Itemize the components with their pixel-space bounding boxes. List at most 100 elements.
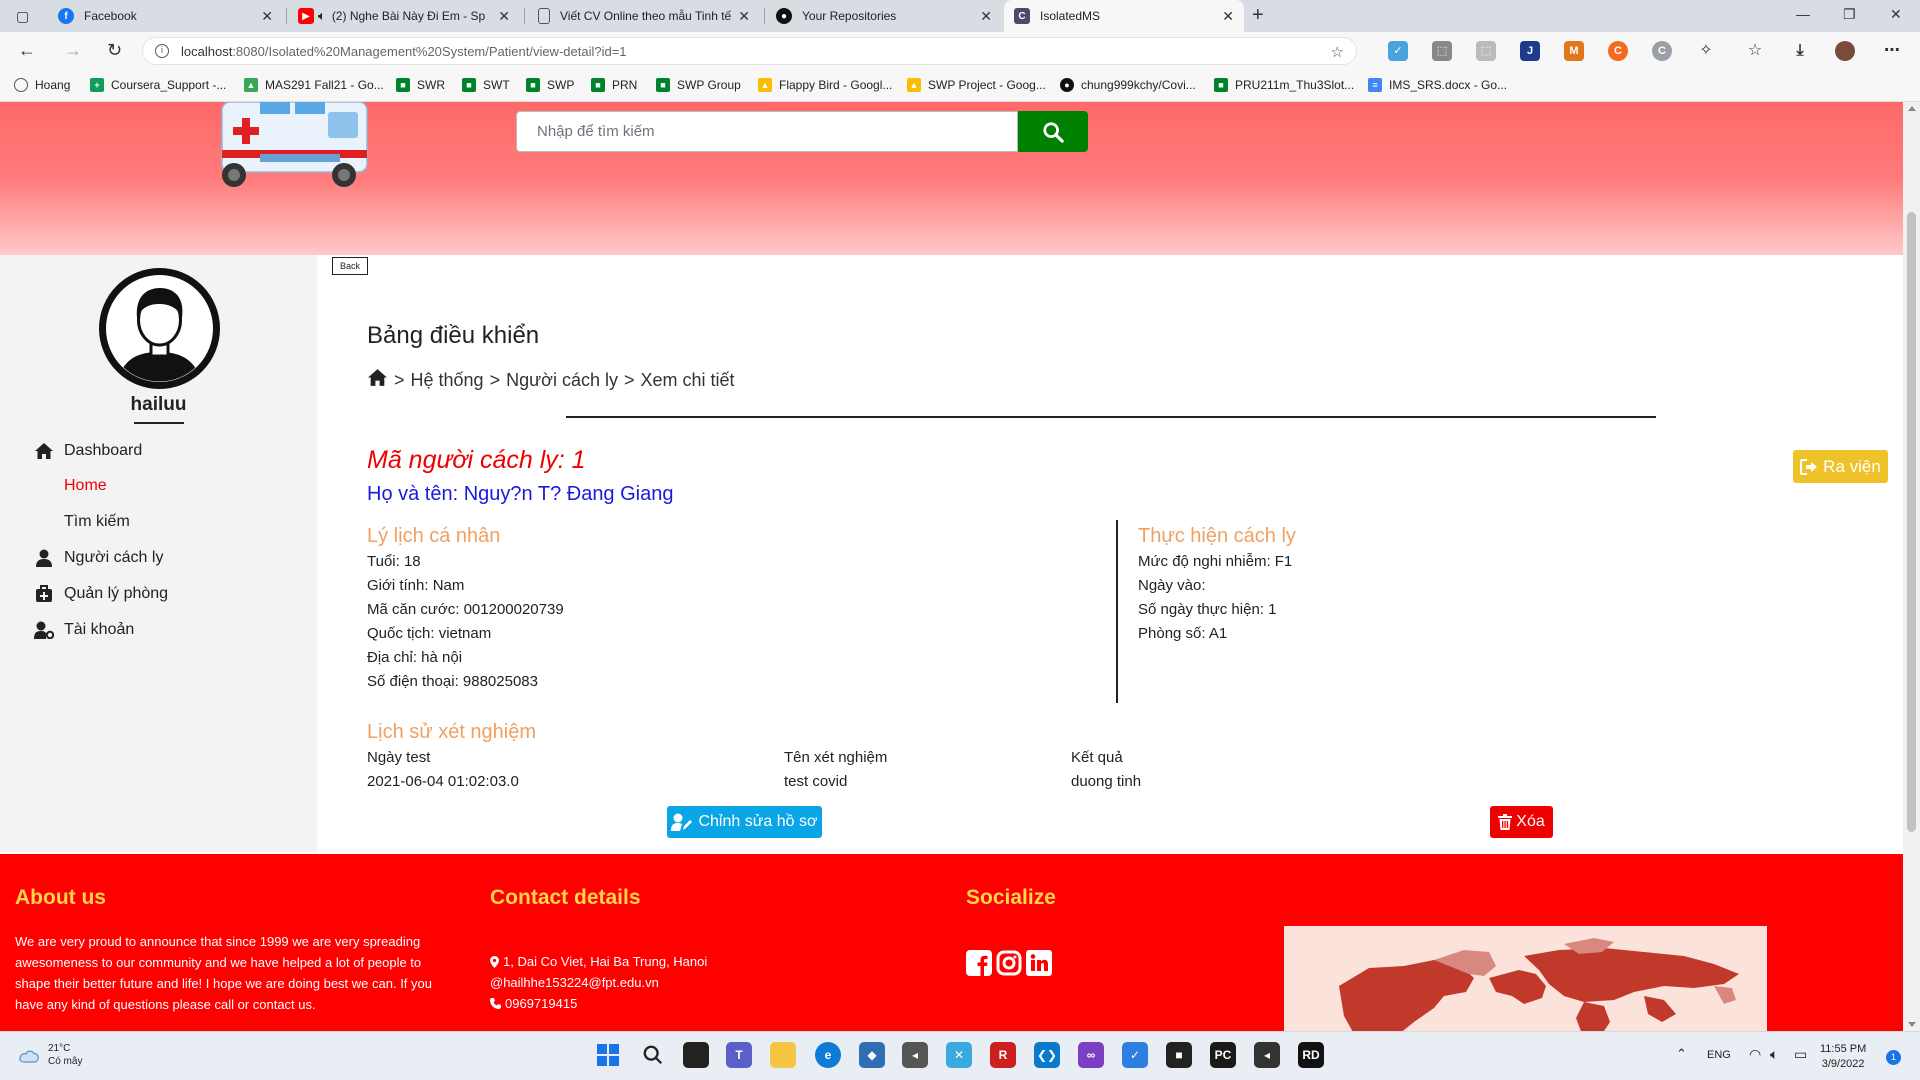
close-icon[interactable]: ✕: [1222, 8, 1234, 25]
speaker-icon[interactable]: 🔈︎: [318, 8, 326, 24]
minimize-icon[interactable]: —: [1796, 6, 1810, 22]
instagram-icon[interactable]: [996, 950, 1022, 976]
more-menu-icon[interactable]: ⋯: [1882, 41, 1902, 61]
contact-phone[interactable]: 0969719415: [490, 996, 577, 1011]
linkedin-icon[interactable]: [1026, 950, 1052, 976]
contact-email[interactable]: @hailhhe153224@fpt.edu.vn: [490, 975, 659, 990]
bookmark-item[interactable]: ≡ IMS_SRS.docx - Go...: [1368, 78, 1507, 92]
bookmark-item[interactable]: ● chung999kchy/Covi...: [1060, 78, 1196, 92]
chevron-up-icon[interactable]: ⌃: [1676, 1046, 1687, 1062]
app-icon[interactable]: ■: [1166, 1042, 1192, 1068]
clock[interactable]: 11:55 PM 3/9/2022: [1820, 1042, 1866, 1072]
bookmark-item[interactable]: ■ SWP Group: [656, 78, 741, 92]
tab-facebook[interactable]: f Facebook ✕: [48, 0, 283, 32]
discharge-button[interactable]: Ra viện: [1793, 450, 1888, 483]
facebook-icon[interactable]: [966, 950, 992, 976]
todo-icon[interactable]: ✓: [1122, 1042, 1148, 1068]
bookmark-item[interactable]: ▲ MAS291 Fall21 - Go...: [244, 78, 384, 92]
tab-actions-icon[interactable]: ▢: [16, 8, 29, 25]
bookmark-item[interactable]: ■ PRN: [591, 78, 637, 92]
battery-icon[interactable]: ▭: [1794, 1046, 1807, 1063]
pycharm-icon[interactable]: PC: [1210, 1042, 1236, 1068]
close-icon[interactable]: ✕: [980, 8, 992, 25]
extension-icon[interactable]: J: [1520, 41, 1540, 61]
visual-studio-icon[interactable]: ∞: [1078, 1042, 1104, 1068]
metamask-icon[interactable]: M: [1564, 41, 1584, 61]
close-window-icon[interactable]: ✕: [1890, 6, 1902, 23]
notification-badge[interactable]: 1: [1886, 1050, 1901, 1065]
site-info-icon[interactable]: i: [155, 44, 169, 58]
tab-isolatedms[interactable]: C IsolatedMS ✕: [1004, 0, 1244, 32]
search-button[interactable]: [1018, 111, 1088, 152]
downloads-icon[interactable]: ⤓: [1790, 41, 1810, 61]
edit-profile-button[interactable]: Chỉnh sửa hồ sơ: [667, 806, 822, 838]
app-icon[interactable]: ✕: [946, 1042, 972, 1068]
bookmark-item[interactable]: + Coursera_Support -...: [90, 78, 226, 92]
edge-icon[interactable]: e: [815, 1042, 841, 1068]
close-icon[interactable]: ✕: [261, 8, 273, 25]
delete-button[interactable]: Xóa: [1490, 806, 1553, 838]
forward-arrow-icon[interactable]: →: [64, 40, 82, 61]
file-explorer-icon[interactable]: [770, 1042, 796, 1068]
security-icon[interactable]: ◆: [859, 1042, 885, 1068]
taskbar-search[interactable]: [640, 1042, 666, 1068]
breadcrumb-patients[interactable]: Người cách ly: [506, 370, 618, 391]
teams-icon[interactable]: T: [726, 1042, 752, 1068]
extensions-puzzle-icon[interactable]: ✧: [1696, 41, 1716, 61]
favorite-star-icon[interactable]: ☆: [1331, 43, 1344, 61]
home-icon[interactable]: [367, 368, 388, 392]
back-button[interactable]: Back: [332, 257, 368, 275]
sidebar-item-search[interactable]: Tìm kiếm: [64, 513, 130, 531]
breadcrumb-system[interactable]: Hệ thống: [411, 370, 484, 391]
scroll-down-icon[interactable]: [1908, 1022, 1916, 1027]
weather-widget[interactable]: 21°C Có mây: [18, 1042, 82, 1068]
extension-icon[interactable]: C: [1608, 41, 1628, 61]
tab-youtube[interactable]: ▶ 🔈︎ (2) Nghe Bài Này Đi Em - Sp ✕: [288, 0, 520, 32]
world-map[interactable]: [1284, 926, 1767, 1031]
sidebar-item-home[interactable]: Home: [64, 477, 107, 495]
language-indicator[interactable]: ENG: [1707, 1049, 1731, 1061]
close-icon[interactable]: ✕: [498, 8, 510, 25]
bookmark-item[interactable]: ■ SWP: [526, 78, 574, 92]
task-view-icon[interactable]: [683, 1042, 709, 1068]
new-tab-icon[interactable]: +: [1252, 4, 1264, 27]
extension-icon[interactable]: ✓: [1388, 41, 1408, 61]
bookmark-item[interactable]: Hoang: [14, 78, 70, 92]
app-icon[interactable]: R: [990, 1042, 1016, 1068]
sidebar-item-accounts[interactable]: Tài khoản: [34, 620, 134, 640]
extension-icon[interactable]: ⬚: [1432, 41, 1452, 61]
app-icon[interactable]: ◂: [1254, 1042, 1280, 1068]
bookmark-item[interactable]: ▲ SWP Project - Goog...: [907, 78, 1046, 92]
bookmark-item[interactable]: ■ SWR: [396, 78, 445, 92]
profile-avatar[interactable]: [1835, 41, 1855, 61]
close-icon[interactable]: ✕: [738, 8, 750, 25]
url-field[interactable]: i localhost:8080/Isolated%20Management%2…: [142, 37, 1357, 65]
favorites-icon[interactable]: ☆: [1745, 41, 1765, 61]
wifi-icon[interactable]: ◠: [1749, 1046, 1761, 1063]
back-arrow-icon[interactable]: ←: [18, 40, 36, 61]
extension-icon[interactable]: ⬚: [1476, 41, 1496, 61]
tab-cv[interactable]: Viết CV Online theo mẫu Tinh tế ✕: [528, 0, 760, 32]
volume-icon[interactable]: 🔈︎: [1770, 1046, 1778, 1063]
page-title: Bảng điều khiển: [367, 322, 540, 349]
start-button[interactable]: [595, 1042, 621, 1068]
bookmark-item[interactable]: ■ SWT: [462, 78, 510, 92]
sidebar-item-patients[interactable]: Người cách ly: [34, 548, 163, 568]
ambulance-logo[interactable]: [210, 102, 370, 190]
avatar[interactable]: [99, 268, 220, 389]
extension-icon[interactable]: C: [1652, 41, 1672, 61]
sidebar-item-dashboard[interactable]: Dashboard: [34, 441, 142, 461]
tab-github[interactable]: ● Your Repositories ✕: [766, 0, 1002, 32]
search-input[interactable]: [516, 111, 1018, 152]
refresh-icon[interactable]: ↻: [107, 40, 122, 61]
scroll-up-icon[interactable]: [1908, 106, 1916, 111]
vscode-icon[interactable]: ❮❯: [1034, 1042, 1060, 1068]
page-scrollbar[interactable]: [1903, 102, 1920, 1031]
restore-icon[interactable]: ❐: [1843, 6, 1856, 23]
app-icon[interactable]: ◂: [902, 1042, 928, 1068]
sidebar-item-rooms[interactable]: Quản lý phòng: [34, 584, 168, 604]
bookmark-item[interactable]: ■ PRU211m_Thu3Slot...: [1214, 78, 1354, 92]
rider-icon[interactable]: RD: [1298, 1042, 1324, 1068]
bookmark-item[interactable]: ▲ Flappy Bird - Googl...: [758, 78, 892, 92]
scrollbar-thumb[interactable]: [1907, 212, 1916, 832]
